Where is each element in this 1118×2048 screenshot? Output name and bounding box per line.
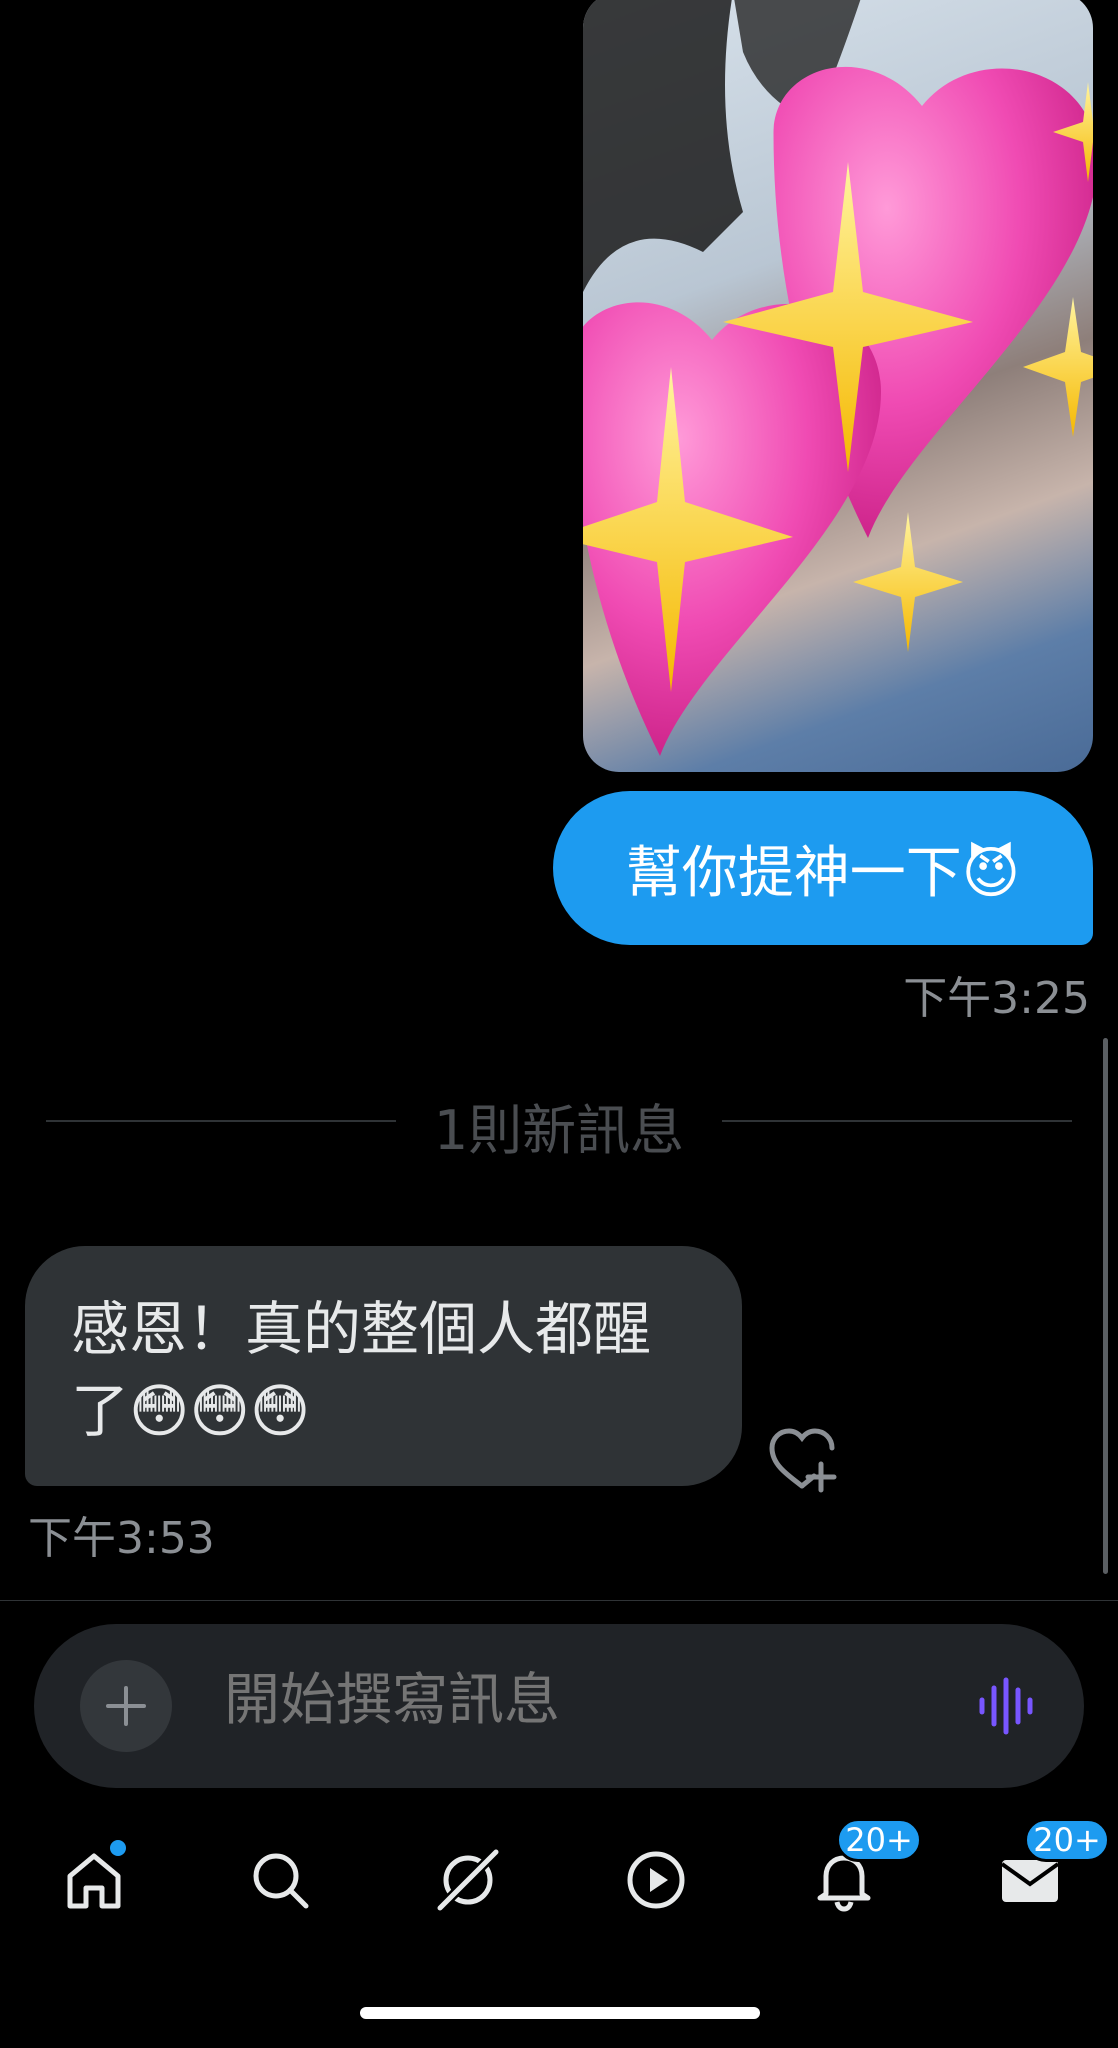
tab-messages[interactable]: 20+: [990, 1818, 1110, 1930]
bottom-tab-bar: 20+ 20+: [0, 1818, 1118, 1930]
tab-grok[interactable]: [428, 1830, 508, 1930]
shared-photo[interactable]: [583, 0, 1093, 772]
grok-icon: [434, 1846, 502, 1914]
new-messages-label: 1則新訊息: [433, 1099, 685, 1162]
outgoing-message-bubble[interactable]: 幫你提神一下😈: [553, 791, 1093, 945]
notifications-badge: 20+: [836, 1818, 922, 1862]
home-unread-dot: [110, 1840, 126, 1856]
plus-icon: [106, 1686, 146, 1726]
composer-separator: [0, 1600, 1118, 1601]
search-icon: [253, 1853, 309, 1909]
incoming-message-line-1: 感恩！真的整個人都醒: [71, 1295, 652, 1363]
outgoing-message-text: 幫你提神一下😈: [625, 840, 1021, 906]
voice-message-icon[interactable]: [976, 1676, 1036, 1736]
tab-video[interactable]: [616, 1830, 696, 1930]
message-composer: [34, 1624, 1084, 1788]
add-reaction-heart-icon[interactable]: [766, 1424, 838, 1496]
add-media-button[interactable]: [80, 1660, 172, 1752]
home-indicator[interactable]: [360, 2007, 760, 2019]
message-input[interactable]: [224, 1668, 924, 1733]
incoming-message-line-2: 了😳😳😳: [71, 1377, 311, 1445]
tab-home[interactable]: [54, 1830, 134, 1930]
incoming-message-bubble[interactable]: 感恩！真的整個人都醒 了😳😳😳: [25, 1246, 742, 1486]
messages-badge: 20+: [1024, 1818, 1110, 1862]
tab-search[interactable]: [240, 1830, 320, 1930]
outgoing-message-time: 下午3:25: [903, 973, 1090, 1024]
scrollbar[interactable]: [1103, 1038, 1108, 1574]
incoming-message-time: 下午3:53: [28, 1513, 215, 1564]
photo-sticker-overlay: [583, 0, 1093, 756]
home-icon: [67, 1853, 121, 1909]
tab-notifications[interactable]: 20+: [804, 1818, 922, 1930]
play-icon: [627, 1851, 685, 1909]
